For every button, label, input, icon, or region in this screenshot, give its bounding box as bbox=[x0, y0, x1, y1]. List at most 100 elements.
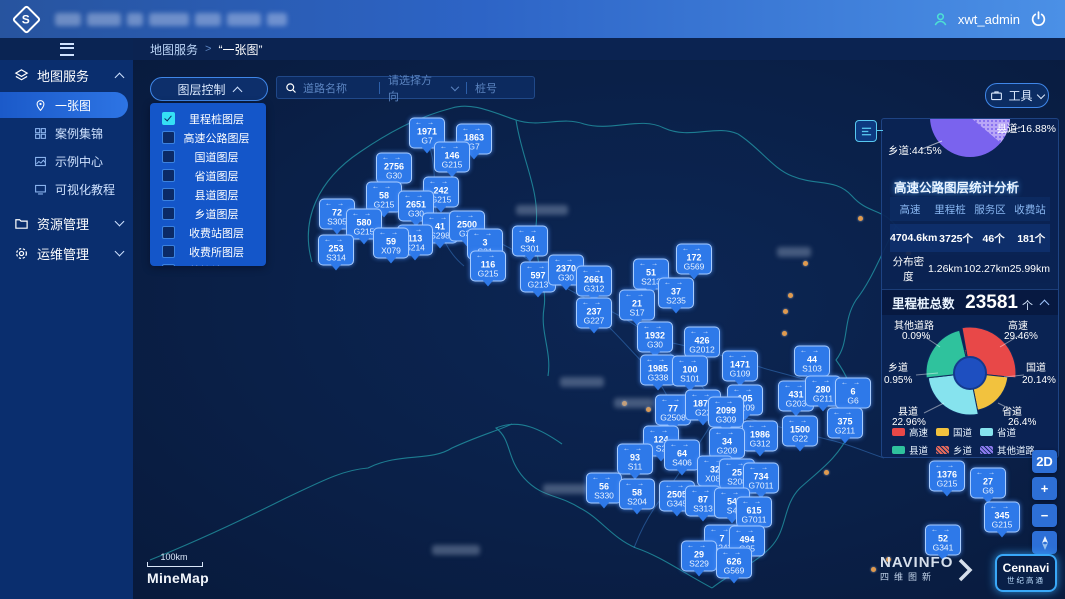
milestone-marker[interactable]: ←→93S11 bbox=[617, 444, 653, 475]
layer-row[interactable]: 收费所图层 bbox=[150, 242, 266, 261]
milestone-marker[interactable]: ←→100S101 bbox=[672, 356, 708, 387]
map-mode-2d-button[interactable]: 2D bbox=[1032, 450, 1057, 473]
logout-power-icon[interactable] bbox=[1030, 11, 1047, 28]
zoom-in-button[interactable]: + bbox=[1032, 477, 1057, 500]
layer-checkbox[interactable] bbox=[162, 245, 175, 258]
hamburger-icon[interactable] bbox=[60, 43, 74, 56]
legend-item[interactable]: 其他道路 bbox=[980, 443, 1035, 457]
sidebar-group-ops[interactable]: 运维管理 bbox=[0, 238, 133, 268]
layer-label: 养护站图层 bbox=[175, 263, 258, 267]
layer-checkbox[interactable] bbox=[162, 188, 175, 201]
stats-value: 46个 bbox=[975, 231, 1013, 246]
layer-checkbox[interactable] bbox=[162, 264, 175, 266]
sidebar-item-cases[interactable]: 案例集锦 bbox=[0, 120, 133, 146]
road-search-bar[interactable]: 道路名称 请选择方向 桩号 bbox=[276, 76, 535, 99]
milestone-marker[interactable]: ←→29S229 bbox=[681, 541, 717, 572]
tools-button[interactable]: 工具 bbox=[985, 83, 1049, 108]
milestone-marker[interactable]: ←→84S301 bbox=[512, 226, 548, 257]
legend-item[interactable]: 乡道 bbox=[936, 443, 972, 457]
layer-row[interactable]: 省道图层 bbox=[150, 166, 266, 185]
stats-column-header: 收费站 bbox=[1010, 202, 1050, 217]
legend-item[interactable]: 国道 bbox=[936, 425, 972, 439]
collapse-chevron-icon[interactable] bbox=[1040, 300, 1050, 310]
milestone-marker[interactable]: ←→1500G22 bbox=[782, 416, 818, 447]
milestone-marker[interactable]: ←→2756G30 bbox=[376, 153, 412, 184]
milestone-marker[interactable]: ←→146G215 bbox=[434, 142, 470, 173]
milestone-marker[interactable]: ←→34G209 bbox=[709, 428, 745, 459]
milestone-marker[interactable]: ←→56S330 bbox=[586, 473, 622, 504]
milestone-marker[interactable]: ←→116G215 bbox=[470, 251, 506, 282]
layer-checkbox[interactable] bbox=[162, 112, 175, 125]
layer-row[interactable]: 乡道图层 bbox=[150, 204, 266, 223]
layer-checkbox[interactable] bbox=[162, 207, 175, 220]
layer-row[interactable]: 国道图层 bbox=[150, 147, 266, 166]
legend-item[interactable]: 高速 bbox=[892, 425, 928, 439]
milestone-marker[interactable]: ←→59X079 bbox=[373, 228, 409, 259]
marker-road-code: S17 bbox=[620, 309, 654, 318]
milestone-marker[interactable]: ←→615G7011 bbox=[736, 497, 772, 528]
locate-compass-button[interactable] bbox=[1032, 531, 1057, 554]
direction-arrows-icon: ←→ bbox=[319, 237, 353, 244]
milestone-marker[interactable]: ←→37S235 bbox=[658, 278, 694, 309]
layer-row[interactable]: 里程桩图层 bbox=[150, 109, 266, 128]
layer-row[interactable]: 县道图层 bbox=[150, 185, 266, 204]
layer-row[interactable]: 收费站图层 bbox=[150, 223, 266, 242]
milestone-total-header[interactable]: 里程桩总数 23581 个 bbox=[882, 289, 1058, 315]
panel-toggle-button[interactable] bbox=[855, 120, 877, 142]
rose-label-name: 省道 bbox=[1002, 403, 1022, 418]
legend-item[interactable]: 省道 bbox=[980, 425, 1016, 439]
layer-checkbox[interactable] bbox=[162, 169, 175, 182]
monitor-icon bbox=[34, 183, 47, 196]
sidebar-item-one-map[interactable]: 一张图 bbox=[0, 92, 128, 118]
sidebar-group-map-service[interactable]: 地图服务 bbox=[0, 60, 133, 90]
milestone-marker[interactable]: ←→345G215 bbox=[984, 502, 1020, 533]
milestone-marker[interactable]: ←→52G341 bbox=[925, 525, 961, 556]
milestone-marker[interactable]: ←→58S204 bbox=[619, 479, 655, 510]
layer-row[interactable]: 高速公路图层 bbox=[150, 128, 266, 147]
milestone-marker[interactable]: ←→253S314 bbox=[318, 235, 354, 266]
milestone-marker[interactable]: ←→626G569 bbox=[716, 548, 752, 579]
username[interactable]: xwt_admin bbox=[958, 12, 1020, 27]
milestone-marker[interactable]: ←→172G569 bbox=[676, 244, 712, 275]
legend-chip bbox=[980, 446, 993, 454]
breadcrumb-root[interactable]: 地图服务 bbox=[150, 41, 198, 58]
milestone-marker[interactable]: ←→44S103 bbox=[794, 346, 830, 377]
road-name-input[interactable]: 道路名称 bbox=[303, 80, 347, 96]
sidebar-item-tutorial[interactable]: 可视化教程 bbox=[0, 176, 133, 202]
milestone-marker[interactable]: ←→1985G338 bbox=[640, 355, 676, 386]
milestone-marker[interactable]: ←→426G2012 bbox=[684, 327, 720, 358]
sidebar-collapse-bar[interactable] bbox=[0, 38, 133, 60]
layer-control-panel: 里程桩图层高速公路图层国道图层省道图层县道图层乡道图层收费站图层收费所图层养护站… bbox=[150, 103, 266, 266]
milestone-marker[interactable]: ←→27G6 bbox=[970, 468, 1006, 499]
direction-select[interactable]: 请选择方向 bbox=[380, 77, 466, 98]
layer-control-button[interactable]: 图层控制 bbox=[150, 77, 268, 101]
sidebar: 地图服务 一张图 案例集锦 示例中心 可视化教程 bbox=[0, 38, 133, 599]
milestone-marker[interactable]: ←→375G211 bbox=[827, 408, 863, 439]
marker-road-code: G211 bbox=[828, 427, 862, 436]
milestone-marker[interactable]: ←→21S17 bbox=[619, 290, 655, 321]
milestone-marker[interactable]: ←→1471G109 bbox=[722, 351, 758, 382]
milestone-marker[interactable]: ←→1376G215 bbox=[929, 461, 965, 492]
zoom-out-button[interactable]: − bbox=[1032, 504, 1057, 527]
sidebar-group-resources[interactable]: 资源管理 bbox=[0, 208, 133, 238]
legend-label: 县道 bbox=[909, 443, 928, 457]
marker-road-code: G209 bbox=[710, 447, 744, 456]
direction-arrows-icon: ←→ bbox=[577, 300, 611, 307]
sidebar-item-examples[interactable]: 示例中心 bbox=[0, 148, 133, 174]
milestone-marker[interactable]: ←→1986G312 bbox=[742, 421, 778, 452]
layer-row[interactable]: 养护站图层 bbox=[150, 261, 266, 266]
layer-checkbox[interactable] bbox=[162, 226, 175, 239]
milestone-marker[interactable]: ←→6G6 bbox=[835, 378, 871, 409]
milestone-marker[interactable]: ←→237G227 bbox=[576, 298, 612, 329]
milestone-marker[interactable]: ←→2661G312 bbox=[576, 266, 612, 297]
layer-checkbox[interactable] bbox=[162, 131, 175, 144]
milestone-marker[interactable]: ←→1932G30 bbox=[637, 322, 673, 353]
legend-item[interactable]: 县道 bbox=[892, 443, 928, 457]
direction-arrows-icon: ←→ bbox=[638, 324, 672, 331]
milestone-marker[interactable]: ←→64S406 bbox=[664, 440, 700, 471]
highway-stats-table: 高速里程桩服务区收费站 4704.6km3725个46个181个 分布密度1.2… bbox=[890, 197, 1050, 283]
milestone-marker[interactable]: ←→2099G309 bbox=[708, 397, 744, 428]
stake-number-input[interactable]: 桩号 bbox=[475, 80, 497, 96]
layer-checkbox[interactable] bbox=[162, 150, 175, 163]
marker-road-code: G215 bbox=[435, 161, 469, 170]
